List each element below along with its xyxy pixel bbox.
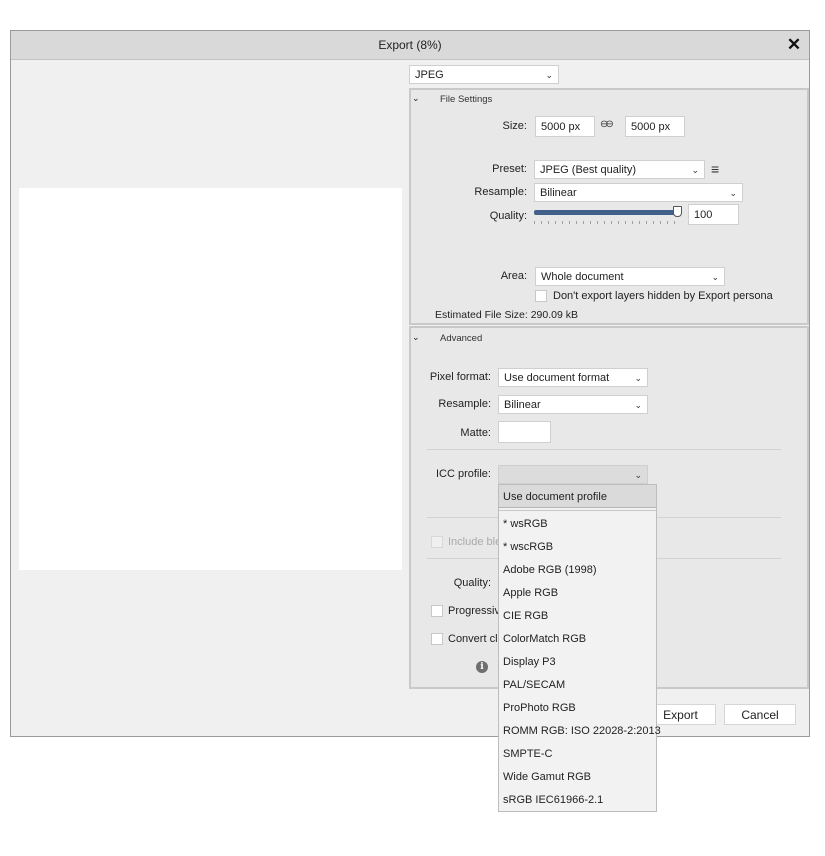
export-preview — [19, 188, 402, 570]
chevron-down-icon: ⌄ — [691, 165, 699, 175]
hidden-layers-label: Don't export layers hidden by Export per… — [553, 290, 773, 302]
matte-label: Matte: — [460, 427, 491, 439]
icc-option[interactable]: Wide Gamut RGB — [503, 769, 591, 785]
chevron-down-icon: ⌄ — [634, 373, 642, 383]
chevron-down-icon: ⌄ — [729, 188, 737, 198]
collapse-advanced-icon[interactable]: ⌄ — [412, 332, 420, 343]
format-select[interactable]: JPEG ⌄ — [409, 65, 559, 84]
icc-option-use-document-profile: Use document profile — [503, 491, 607, 503]
pixel-format-select[interactable]: Use document format ⌄ — [498, 368, 648, 387]
chevron-down-icon: ⌄ — [711, 272, 719, 282]
convert-checkbox[interactable] — [431, 633, 443, 645]
file-settings-header: File Settings — [440, 94, 493, 105]
link-icon[interactable]: ⊖⊖ — [600, 119, 614, 130]
width-input[interactable]: 5000 px — [535, 116, 595, 137]
area-value: Whole document — [541, 271, 624, 283]
close-icon[interactable]: ✕ — [783, 34, 805, 56]
hamburger-icon[interactable]: ≡ — [711, 160, 719, 178]
convert-label: Convert cl — [448, 633, 498, 645]
progressive-label: Progressiv — [448, 605, 500, 617]
cancel-button[interactable]: Cancel — [724, 704, 796, 725]
estimated-file-size: Estimated File Size: 290.09 kB — [435, 309, 578, 321]
icc-option[interactable]: PAL/SECAM — [503, 677, 565, 693]
icc-option[interactable]: Adobe RGB (1998) — [503, 562, 597, 578]
chevron-down-icon: ⌄ — [634, 400, 642, 410]
quality-slider-track[interactable] — [534, 210, 680, 215]
collapse-file-settings-icon[interactable]: ⌄ — [412, 93, 420, 104]
resample-label: Resample: — [474, 186, 527, 198]
icc-option[interactable]: SMPTE-C — [503, 746, 553, 762]
advanced-resample-select[interactable]: Bilinear ⌄ — [498, 395, 648, 414]
chevron-down-icon: ⌄ — [545, 70, 553, 80]
quality-slider-ticks — [534, 221, 680, 224]
advanced-resample-value: Bilinear — [504, 399, 541, 411]
progressive-checkbox[interactable] — [431, 605, 443, 617]
icc-option[interactable]: * wscRGB — [503, 539, 553, 555]
icc-option[interactable]: Display P3 — [503, 654, 556, 670]
icc-option[interactable]: ColorMatch RGB — [503, 631, 586, 647]
resample-select[interactable]: Bilinear ⌄ — [534, 183, 743, 202]
advanced-header: Advanced — [440, 333, 483, 344]
icc-profile-select[interactable]: ⌄ — [498, 465, 648, 484]
divider — [427, 449, 781, 450]
icc-option[interactable]: CIE RGB — [503, 608, 548, 624]
quality-slider-thumb[interactable] — [673, 206, 682, 217]
icc-profile-dropdown — [498, 484, 657, 812]
area-select[interactable]: Whole document ⌄ — [535, 267, 725, 286]
advanced-quality-label: Quality: — [453, 577, 491, 589]
icc-option[interactable]: * wsRGB — [503, 516, 548, 532]
include-bleed-label: Include ble — [448, 536, 502, 548]
preset-select[interactable]: JPEG (Best quality) ⌄ — [534, 160, 705, 179]
size-label: Size: — [502, 120, 527, 132]
pixel-format-label: Pixel format: — [429, 371, 491, 383]
matte-swatch[interactable] — [498, 421, 551, 443]
icc-option[interactable]: Apple RGB — [503, 585, 558, 601]
pixel-format-value: Use document format — [504, 372, 610, 384]
advanced-resample-label: Resample: — [438, 398, 491, 410]
hidden-layers-checkbox[interactable] — [535, 290, 547, 302]
info-icon[interactable]: i — [476, 661, 488, 673]
quality-input[interactable]: 100 — [688, 204, 739, 225]
preset-value: JPEG (Best quality) — [540, 164, 636, 176]
format-value: JPEG — [415, 69, 444, 81]
preset-label: Preset: — [492, 163, 527, 175]
icc-option[interactable]: sRGB IEC61966-2.1 — [503, 792, 603, 808]
quality-label: Quality: — [489, 210, 527, 222]
dropdown-separator — [499, 510, 656, 511]
icc-option[interactable]: ROMM RGB: ISO 22028-2:2013 — [503, 723, 661, 739]
include-bleed-checkbox[interactable] — [431, 536, 443, 548]
resample-value: Bilinear — [540, 187, 577, 199]
icc-profile-label: ICC profile: — [435, 468, 491, 480]
dialog-title: Export (8%) — [378, 38, 442, 52]
height-input[interactable]: 5000 px — [625, 116, 685, 137]
chevron-down-icon: ⌄ — [634, 470, 642, 480]
area-label: Area: — [500, 270, 527, 282]
icc-option[interactable]: ProPhoto RGB — [503, 700, 576, 716]
